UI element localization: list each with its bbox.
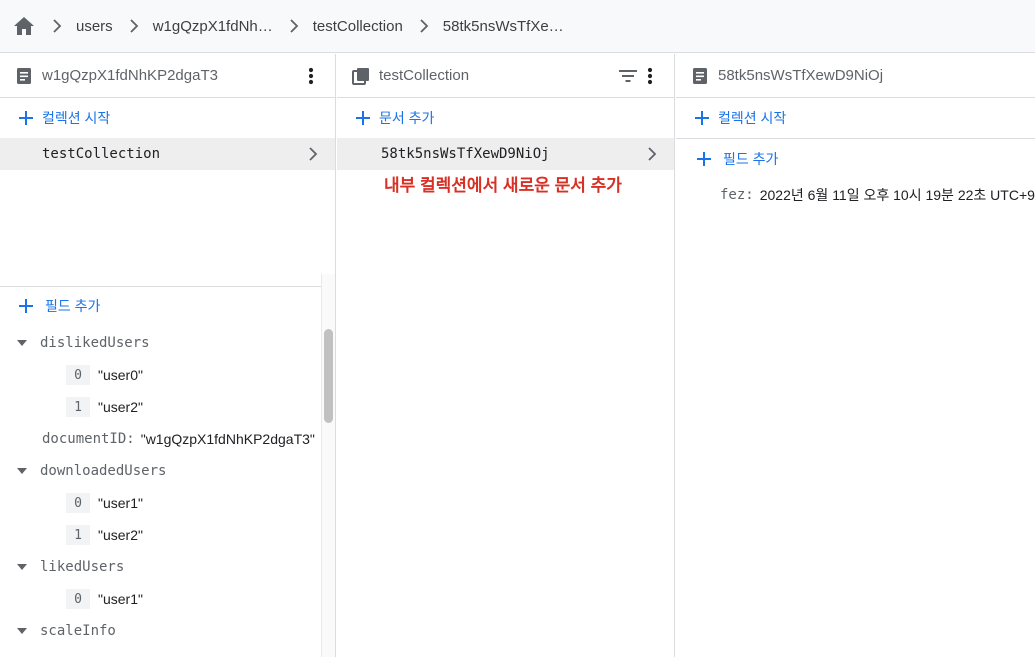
plus-icon: [694, 110, 710, 126]
triangle-down-icon[interactable]: [16, 465, 28, 477]
field-value: "w1gQzpX1fdNhKP2dgaT3": [140, 431, 315, 447]
document-icon: [690, 66, 710, 86]
breadcrumb: users w1gQzpX1fdNh… testCollection 58tk5…: [0, 0, 1035, 53]
breadcrumb-item-document[interactable]: w1gQzpX1fdNh…: [153, 18, 273, 35]
array-index: 0: [66, 365, 90, 385]
field-row-disliked[interactable]: dislikedUsers: [16, 327, 150, 359]
home-icon[interactable]: [12, 14, 36, 38]
breadcrumb-item-subdocument[interactable]: 58tk5nsWsTfXe…: [443, 18, 564, 35]
array-index: 1: [66, 525, 90, 545]
field-value: "user1": [98, 495, 143, 511]
document-icon: [14, 66, 34, 86]
chevron-right-icon: [413, 14, 435, 38]
field-value: 2022년 6월 11일 오후 10시 19분 22초 UTC+9: [759, 187, 1035, 203]
add-field-button[interactable]: 필드 추가: [0, 286, 320, 326]
field-key: documentID:: [42, 431, 135, 447]
document-panel-header: w1gQzpX1fdNhKP2dgaT3: [0, 54, 335, 98]
chevron-right-icon: [305, 146, 321, 162]
annotation-text: 내부 컬렉션에서 새로운 문서 추가: [384, 176, 622, 195]
array-index: 0: [66, 493, 90, 513]
collection-icon: [351, 66, 371, 86]
field-row-liked[interactable]: likedUsers: [16, 551, 124, 583]
field-value: "user1": [98, 591, 143, 607]
field-key: likedUsers: [40, 559, 125, 575]
add-field-label: 필드 추가: [723, 151, 779, 167]
array-index: 1: [66, 397, 90, 417]
field-value: "user2": [98, 399, 143, 415]
field-row-scaleinfo[interactable]: scaleInfo: [16, 615, 116, 647]
collection-panel-header: testCollection: [337, 54, 674, 98]
field-row-documentid[interactable]: documentID: "w1gQzpX1fdNhKP2dgaT3": [42, 423, 315, 455]
document-list-item[interactable]: 58tk5nsWsTfXewD9NiOj: [337, 138, 674, 170]
document-panel-title: w1gQzpX1fdNhKP2dgaT3: [42, 67, 218, 84]
more-vert-icon[interactable]: [299, 64, 323, 88]
document-item-label: 58tk5nsWsTfXewD9NiOj: [381, 146, 550, 162]
filter-icon[interactable]: [616, 64, 640, 88]
field-row-fez[interactable]: fez: 2022년 6월 11일 오후 10시 19분 22초 UTC+9: [720, 180, 1035, 210]
breadcrumb-item-collection[interactable]: testCollection: [313, 18, 403, 35]
collection-list-item[interactable]: testCollection: [0, 138, 335, 170]
triangle-down-icon[interactable]: [16, 337, 28, 349]
subdocument-panel-title: 58tk5nsWsTfXewD9NiOj: [718, 67, 884, 84]
subdocument-panel-header: 58tk5nsWsTfXewD9NiOj: [676, 54, 1035, 98]
field-value: "user0": [98, 367, 143, 383]
chevron-right-icon: [283, 14, 305, 38]
field-value: "user2": [98, 527, 143, 543]
field-key: dislikedUsers: [40, 335, 150, 351]
add-document-button[interactable]: 문서 추가: [337, 98, 674, 138]
chevron-right-icon: [644, 146, 660, 162]
subdocument-panel: 58tk5nsWsTfXewD9NiOj 컬렉션 시작 필드 추가: [676, 54, 1035, 657]
array-item-row[interactable]: 1 "user2": [66, 391, 143, 423]
start-collection-button[interactable]: 컬렉션 시작: [676, 98, 1035, 138]
field-key: fez:: [720, 187, 754, 203]
chevron-right-icon: [123, 14, 145, 38]
breadcrumb-item-users[interactable]: users: [76, 18, 113, 35]
start-collection-button[interactable]: 컬렉션 시작: [0, 98, 335, 138]
collection-item-label: testCollection: [42, 146, 161, 162]
array-index: 0: [66, 589, 90, 609]
array-item-row[interactable]: 0 "user1": [66, 487, 143, 519]
field-key: downloadedUsers: [40, 463, 167, 479]
scrollbar-thumb[interactable]: [324, 329, 333, 423]
triangle-down-icon[interactable]: [16, 561, 28, 573]
start-collection-label: 컬렉션 시작: [718, 110, 787, 126]
field-key: scaleInfo: [40, 623, 116, 639]
add-field-label: 필드 추가: [45, 298, 101, 314]
triangle-down-icon[interactable]: [16, 625, 28, 637]
collection-panel-title: testCollection: [379, 67, 470, 84]
plus-icon: [696, 151, 712, 167]
array-item-row[interactable]: 0 "user1": [66, 583, 143, 615]
chevron-right-icon: [46, 14, 68, 38]
plus-icon: [355, 110, 371, 126]
array-item-row[interactable]: 0 "user0": [66, 359, 143, 391]
plus-icon: [18, 298, 34, 314]
more-vert-icon[interactable]: [638, 64, 662, 88]
add-document-label: 문서 추가: [379, 110, 435, 126]
plus-icon: [18, 110, 34, 126]
collection-panel: testCollection 문서 추가 58tk5nsWsTfXewD9NiO…: [337, 54, 675, 657]
array-item-row[interactable]: 1 "user2": [66, 519, 143, 551]
field-row-downloaded[interactable]: downloadedUsers: [16, 455, 166, 487]
add-field-button[interactable]: 필드 추가: [676, 139, 1035, 179]
start-collection-label: 컬렉션 시작: [42, 110, 111, 126]
